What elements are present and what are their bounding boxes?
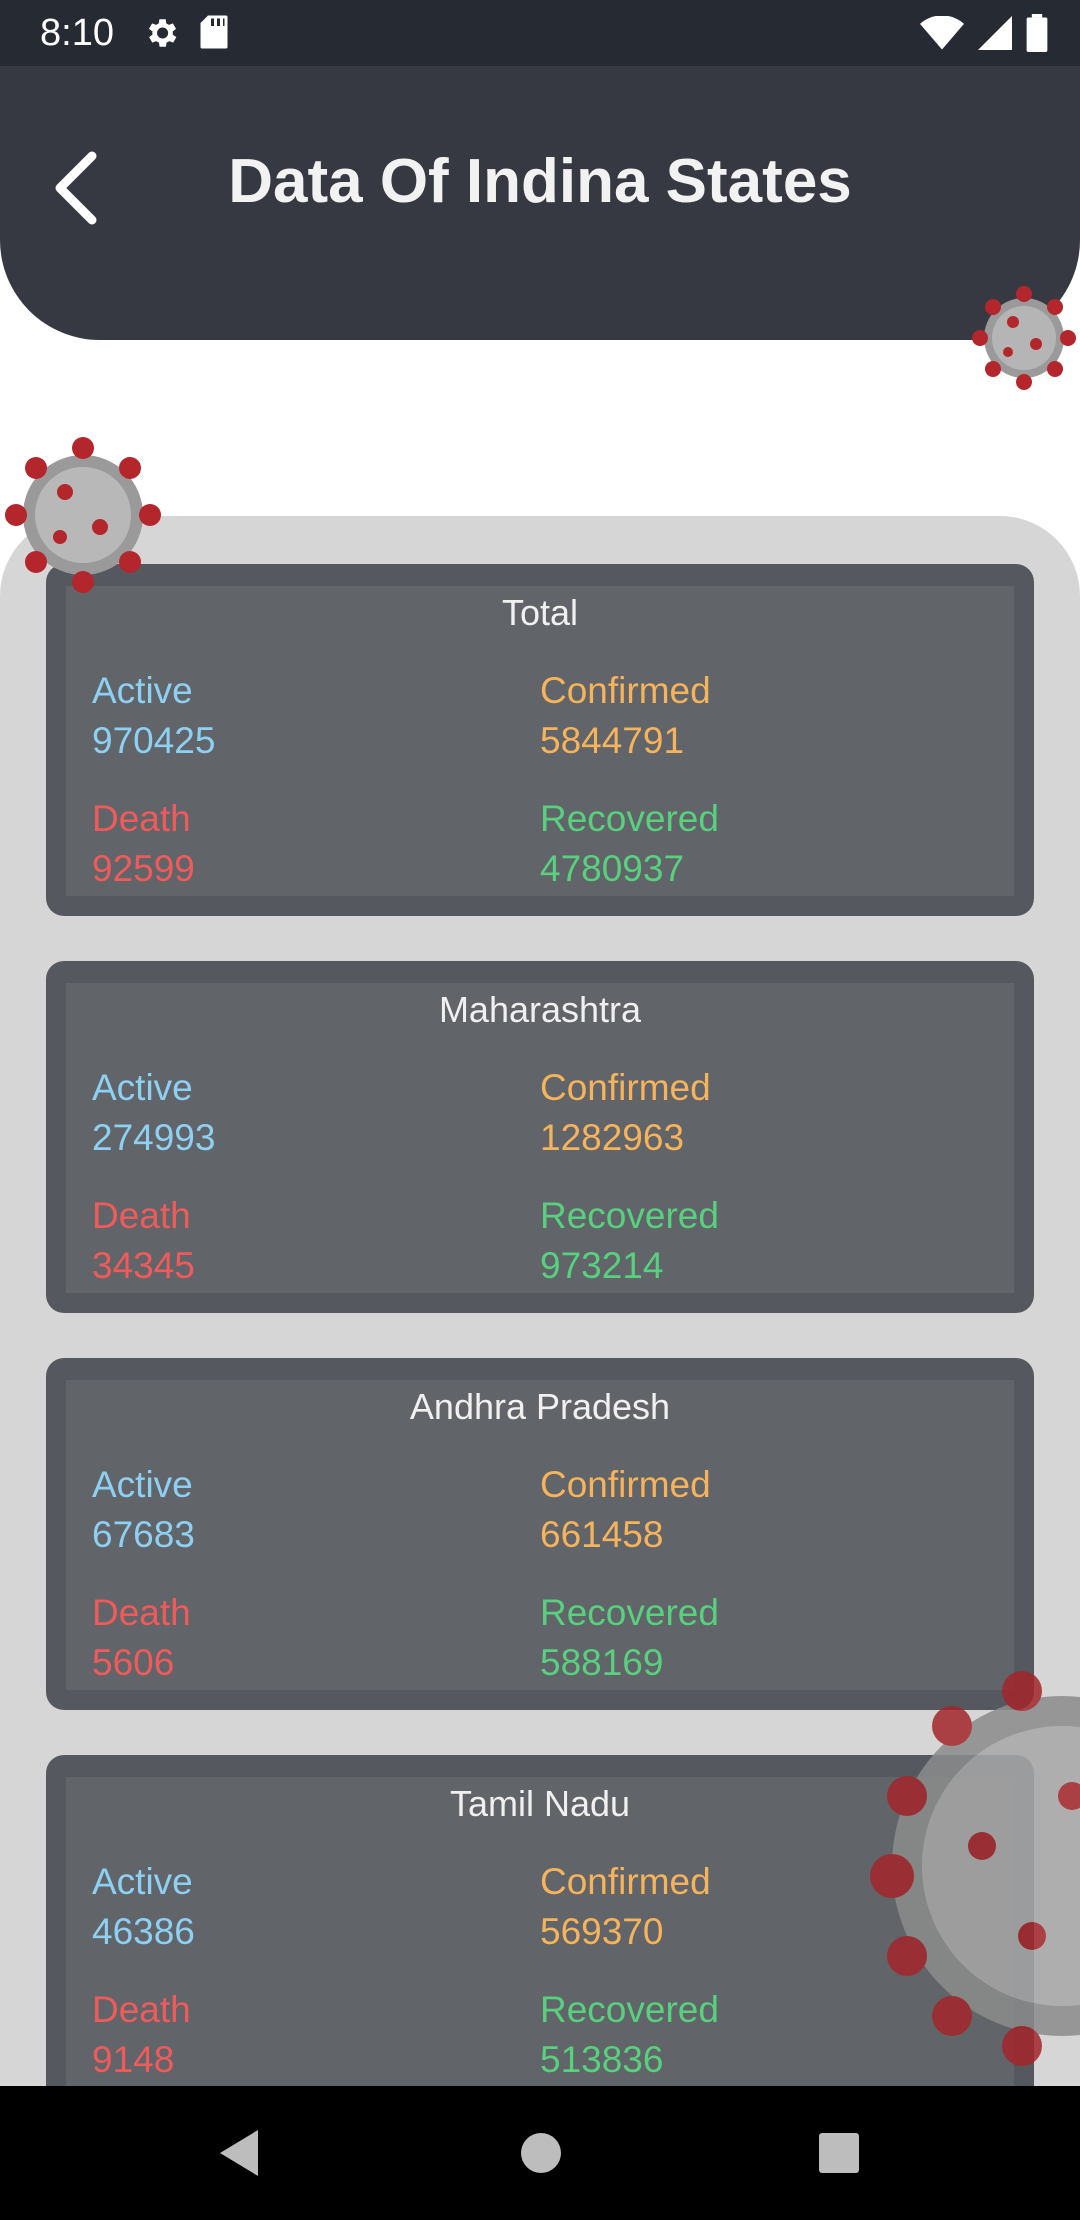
- active-label: Active: [92, 670, 193, 711]
- confirmed-value: 1282963: [540, 1117, 685, 1158]
- death-value: 34345: [92, 1245, 195, 1286]
- cellular-signal-icon: [978, 16, 1012, 55]
- virus-icon: [972, 286, 1076, 390]
- death-label: Death: [92, 1989, 191, 2030]
- death-label: Death: [92, 1592, 191, 1633]
- death-stat: Death 5606: [92, 1588, 191, 1688]
- back-button[interactable]: [44, 146, 114, 226]
- confirmed-stat: Confirmed 661458: [540, 1460, 711, 1560]
- states-list[interactable]: Total Active 970425 Confirmed 5844791 De…: [0, 516, 1080, 2086]
- system-nav-bar: [0, 2086, 1080, 2220]
- home-circle-icon: [521, 2133, 561, 2173]
- wifi-icon: [920, 15, 964, 55]
- virus-icon: [5, 437, 161, 593]
- active-label: Active: [92, 1861, 193, 1902]
- death-value: 5606: [92, 1642, 175, 1683]
- state-card[interactable]: Maharashtra Active 274993 Confirmed 1282…: [46, 961, 1034, 1313]
- active-label: Active: [92, 1067, 193, 1108]
- state-name: Total: [501, 592, 579, 633]
- active-label: Active: [92, 1464, 193, 1505]
- confirmed-stat: Confirmed 569370: [540, 1857, 711, 1957]
- active-value: 970425: [92, 720, 216, 761]
- recovered-value: 588169: [540, 1642, 664, 1683]
- confirmed-stat: Confirmed 5844791: [540, 666, 711, 766]
- back-triangle-icon: [220, 2130, 258, 2176]
- recovered-value: 973214: [540, 1245, 664, 1286]
- virus-icon: [870, 1671, 1080, 2066]
- recovered-label: Recovered: [540, 1592, 719, 1633]
- nav-home-button[interactable]: [516, 2126, 566, 2185]
- confirmed-value: 661458: [540, 1514, 664, 1555]
- recovered-stat: Recovered 588169: [540, 1588, 719, 1688]
- death-value: 9148: [92, 2039, 175, 2080]
- active-value: 274993: [92, 1117, 216, 1158]
- gear-icon: [142, 14, 180, 57]
- sd-card-icon: [198, 14, 230, 57]
- death-stat: Death 9148: [92, 1985, 191, 2085]
- confirmed-value: 5844791: [540, 720, 685, 761]
- death-stat: Death 92599: [92, 794, 195, 894]
- confirmed-label: Confirmed: [540, 670, 711, 711]
- battery-icon: [1026, 14, 1048, 57]
- recovered-stat: Recovered 4780937: [540, 794, 719, 894]
- active-stat: Active 970425: [92, 666, 215, 766]
- recovered-stat: Recovered 973214: [540, 1191, 719, 1291]
- state-name: Andhra Pradesh: [409, 1386, 671, 1427]
- active-value: 67683: [92, 1514, 195, 1555]
- chevron-left-icon: [55, 151, 97, 225]
- death-label: Death: [92, 798, 191, 839]
- death-stat: Death 34345: [92, 1191, 195, 1291]
- confirmed-stat: Confirmed 1282963: [540, 1063, 711, 1163]
- app-header: Data Of Indina States: [0, 66, 1080, 340]
- recovered-value: 4780937: [540, 848, 685, 889]
- confirmed-label: Confirmed: [540, 1464, 711, 1505]
- active-stat: Active 46386: [92, 1857, 195, 1957]
- confirmed-value: 569370: [540, 1911, 664, 1952]
- recovered-label: Recovered: [540, 1989, 719, 2030]
- status-bar: 8:10: [0, 0, 1080, 66]
- state-name: Maharashtra: [438, 989, 642, 1030]
- recovered-label: Recovered: [540, 1195, 719, 1236]
- confirmed-label: Confirmed: [540, 1067, 711, 1108]
- confirmed-label: Confirmed: [540, 1861, 711, 1902]
- page-title: Data Of Indina States: [228, 147, 852, 216]
- nav-recents-button[interactable]: [814, 2126, 864, 2185]
- active-stat: Active 274993: [92, 1063, 215, 1163]
- recents-square-icon: [819, 2133, 859, 2173]
- death-label: Death: [92, 1195, 191, 1236]
- recovered-value: 513836: [540, 2039, 664, 2080]
- status-time: 8:10: [40, 12, 114, 54]
- active-value: 46386: [92, 1911, 195, 1952]
- recovered-stat: Recovered 513836: [540, 1985, 719, 2085]
- state-card[interactable]: Total Active 970425 Confirmed 5844791 De…: [46, 564, 1034, 916]
- active-stat: Active 67683: [92, 1460, 195, 1560]
- death-value: 92599: [92, 848, 195, 889]
- recovered-label: Recovered: [540, 798, 719, 839]
- nav-back-button[interactable]: [214, 2126, 264, 2185]
